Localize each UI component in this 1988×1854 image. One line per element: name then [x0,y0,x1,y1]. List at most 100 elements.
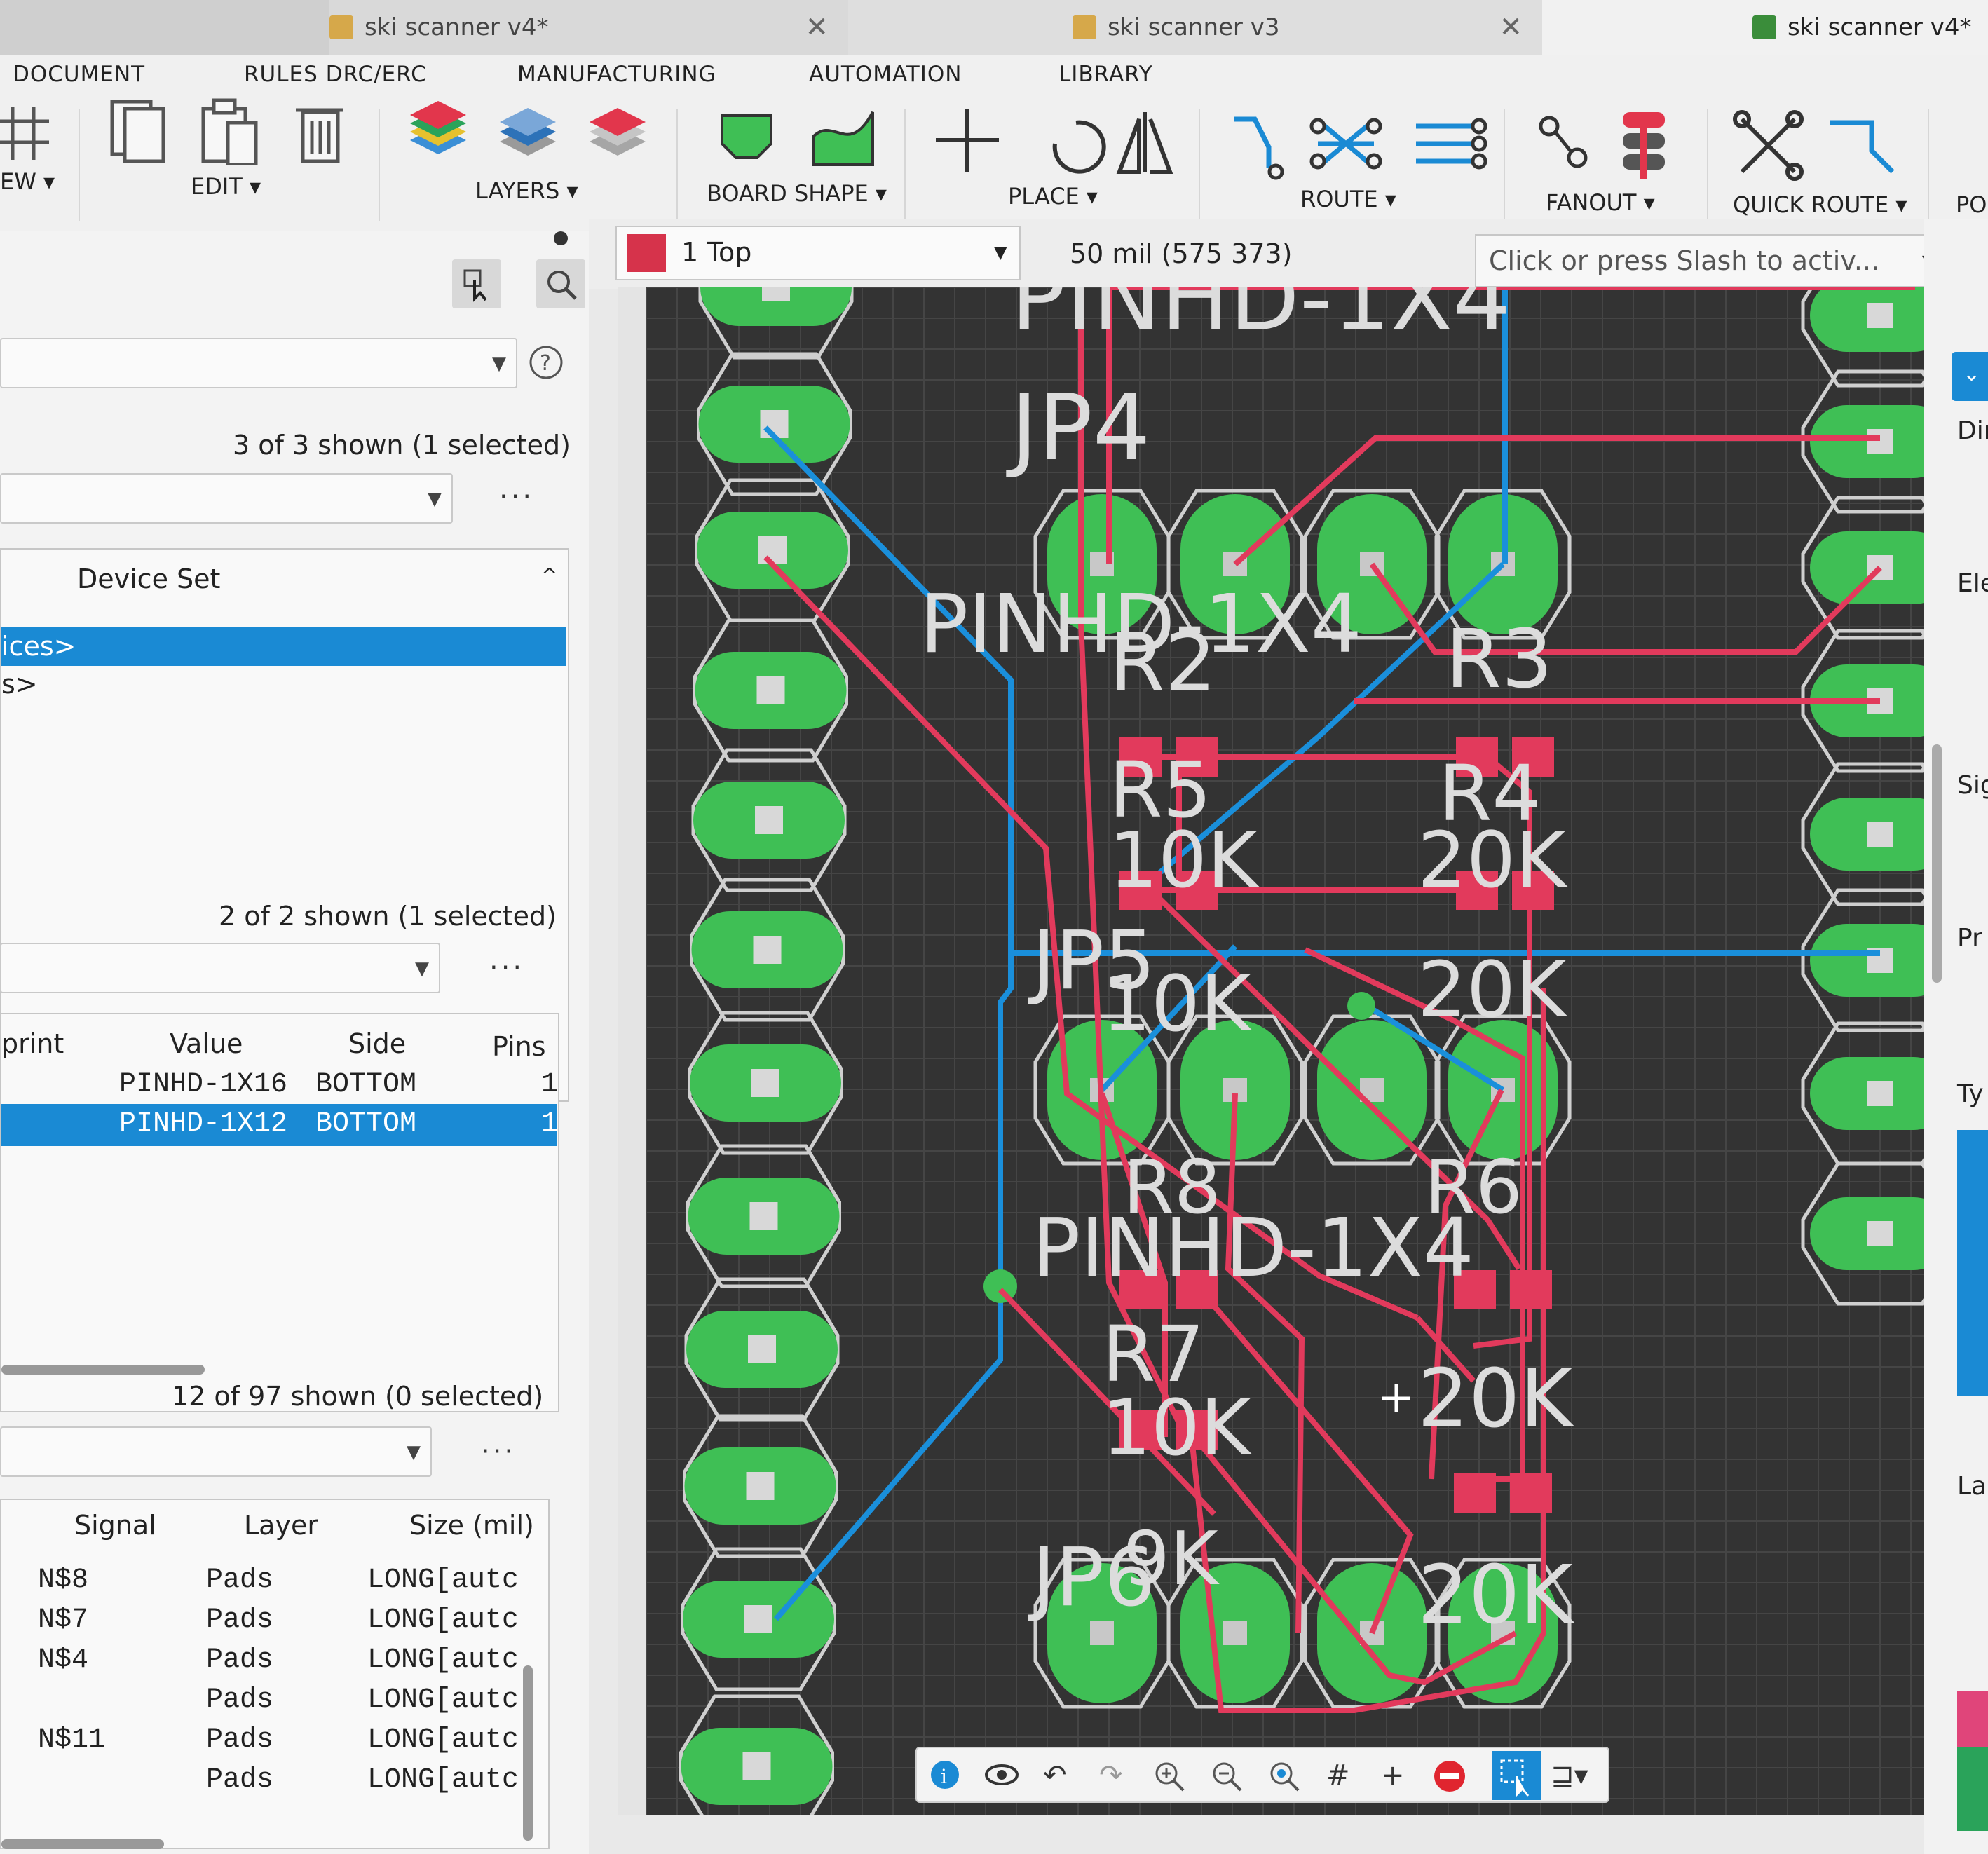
fanout-icons[interactable] [1528,109,1668,186]
tab-label: ski scanner v4* [1788,13,1972,41]
layers-label[interactable]: LAYERS ▾ [475,177,578,204]
design-count: 3 of 3 shown (1 selected) [233,430,571,461]
menu-library[interactable]: LIBRARY [1058,62,1153,87]
silkscreen-label: 9K [1123,1516,1220,1602]
layer-color-swatch [627,234,666,272]
more-options-button[interactable]: ··· [481,1436,516,1468]
silkscreen-label: 10K [1102,959,1253,1049]
place-icons[interactable] [929,105,1188,182]
silkscreen-label: R2 [1109,616,1216,710]
sort-icon[interactable]: ^ [541,564,557,587]
horizontal-scrollbar[interactable] [1,1839,164,1849]
eye-icon[interactable] [984,1759,1019,1797]
grid-coordinates: 50 mil (575 373) [1070,238,1293,269]
menu-manufacturing[interactable]: MANUFACTURING [517,62,716,87]
zoom-fit-icon[interactable] [1267,1759,1301,1800]
panel-accent [1957,1691,1988,1747]
file-icon [329,15,353,39]
parts-filter-dropdown[interactable]: ▼ [0,943,440,993]
crosshair-icon[interactable]: + [1381,1759,1405,1792]
pcb-board[interactable]: PINHD-1X4JP4PINHD-1X4R2 R3R510KR420KJP510… [618,287,1924,1815]
silkscreen-label: 10K [1109,815,1260,905]
separator [1707,109,1708,221]
column-header[interactable]: Layer [244,1510,318,1541]
cell-signal: N$8 [38,1565,89,1596]
tab-ski-scanner-v4-left[interactable]: ski scanner v4* ✕ [329,0,848,55]
filter-dropdown[interactable]: ▼ [0,338,517,388]
more-options-button[interactable]: ··· [489,952,524,984]
column-header[interactable]: Side [348,1028,406,1059]
quick-route-label[interactable]: QUICK ROUTE ▾ [1733,191,1907,218]
device-filter-dropdown[interactable]: ▼ [0,473,453,524]
select-mode-button[interactable] [1492,1751,1541,1800]
canvas-toolbar: i ↶ ↷ # + ⊒▾ [915,1747,1609,1803]
pad-drill [753,936,782,964]
undo-icon[interactable]: ↶ [1043,1759,1067,1792]
layer-select[interactable]: 1 Top ▼ [615,226,1021,280]
po-label[interactable]: PO [1956,191,1987,218]
smd-pad [1510,1473,1552,1513]
column-header[interactable]: Value [170,1028,243,1059]
info-icon[interactable]: i [930,1759,960,1797]
tab-ski-scanner-v4-active[interactable]: ski scanner v4* [1542,0,1988,55]
layers-icon[interactable] [403,98,662,175]
menu-automation[interactable]: AUTOMATION [809,62,962,87]
inspector-label: Ty [1957,1079,1984,1108]
cursor-icon [463,269,487,302]
file-icon [1073,15,1096,39]
menu-document[interactable]: DOCUMENT [13,62,145,87]
horizontal-scrollbar[interactable] [1,1365,205,1375]
tab-ski-scanner-v3[interactable]: ski scanner v3 ✕ [848,0,1542,55]
list-item[interactable]: s> [1,669,38,700]
command-line-input[interactable]: Click or press Slash to activ... ▼ [1475,234,1952,287]
help-icon[interactable]: ? [527,343,565,381]
signals-filter-dropdown[interactable]: ▼ [0,1426,432,1477]
board-shape-label[interactable]: BOARD SHAPE ▾ [707,180,887,207]
route-icons[interactable] [1227,105,1493,182]
more-options-button[interactable]: ··· [499,481,534,513]
quick-route-icons[interactable] [1731,109,1907,186]
fanout-label[interactable]: FANOUT ▾ [1546,189,1655,216]
tab-label: ski scanner v4* [365,13,549,41]
route-mode-icon[interactable]: ⊒▾ [1551,1759,1588,1792]
zoom-out-icon[interactable] [1210,1759,1244,1800]
list-item[interactable]: ices> [1,627,566,666]
edit-label[interactable]: EDIT ▾ [191,173,261,200]
zoom-tool-button[interactable] [536,259,585,308]
column-header[interactable]: print [1,1028,64,1059]
svg-text:?: ? [540,351,551,376]
edit-icons[interactable] [105,95,343,165]
table-row-selected[interactable]: PINHD-1X12 BOTTOM 1 [1,1104,558,1146]
zoom-in-icon[interactable] [1152,1759,1186,1800]
board-margin [618,287,646,1815]
separator [79,109,80,221]
inspector-label: Pr [1957,924,1982,953]
select-tool-button[interactable] [452,259,501,308]
svg-text:i: i [941,1765,947,1788]
close-icon[interactable]: ✕ [805,11,829,43]
cell-value: PINHD-1X12 [119,1108,288,1140]
grid-icon[interactable] [0,100,56,163]
separator [1928,109,1929,221]
vertical-scrollbar[interactable] [523,1665,533,1841]
close-icon[interactable]: ✕ [1499,11,1523,43]
board-shape-icon[interactable] [715,102,883,179]
vertical-scrollbar[interactable] [1932,744,1942,983]
column-header[interactable]: Size (mil) [409,1510,534,1541]
place-label[interactable]: PLACE ▾ [1008,183,1098,210]
column-header[interactable]: Signal [74,1510,156,1541]
redo-icon[interactable]: ↷ [1099,1759,1123,1792]
column-header[interactable]: Pins [492,1031,546,1062]
stop-icon[interactable] [1433,1759,1466,1800]
menu-rules[interactable]: RULES DRC/ERC [244,62,427,87]
pad-drill [749,1202,778,1230]
route-label[interactable]: ROUTE ▾ [1300,186,1396,212]
expand-button[interactable]: ⌄ [1952,352,1988,401]
device-set-header[interactable]: Device Set [77,564,220,594]
left-panel: ▼ ? 3 of 3 shown (1 selected) ▼ ··· Devi… [0,231,589,1854]
board-canvas[interactable]: PINHD-1X4 JP4 PINHD-1X4 R2 R3 R5 10K R4 20K JP5 10… [618,287,1924,1815]
grid-icon[interactable]: # [1326,1759,1350,1792]
minimize-icon[interactable] [547,231,582,245]
pad-drill [1867,1221,1893,1246]
view-label[interactable]: EW ▾ [0,168,55,195]
